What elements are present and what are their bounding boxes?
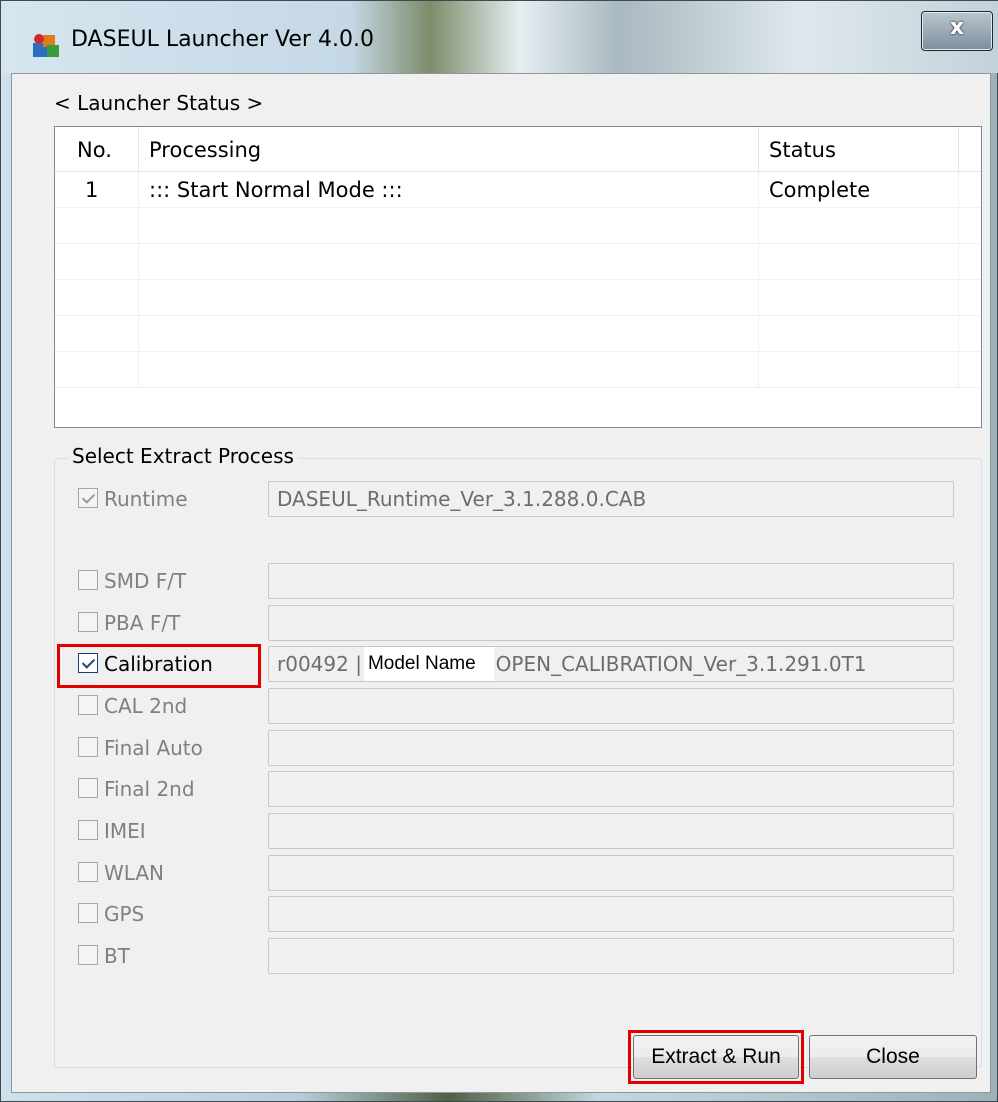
column-header-processing[interactable]: Processing xyxy=(139,127,759,171)
checkbox-box[interactable] xyxy=(78,612,98,632)
model-name-label: Model Name xyxy=(363,647,494,681)
list-header: No. Processing Status xyxy=(55,127,981,172)
calibration-path-suffix: OPEN_CALIBRATION_Ver_3.1.291.0T1 xyxy=(495,652,867,676)
column-header-status[interactable]: Status xyxy=(759,127,959,171)
cell-processing xyxy=(139,315,759,351)
path-field-calibration[interactable]: r00492 | Model Name OPEN_CALIBRATION_Ver_3… xyxy=(268,646,954,682)
checkbox-runtime[interactable]: Runtime xyxy=(78,482,258,516)
close-button[interactable]: Close xyxy=(809,1035,977,1079)
cell-status: Complete xyxy=(759,171,959,207)
checkbox-cal-2nd[interactable]: CAL 2nd xyxy=(78,689,258,723)
table-row[interactable] xyxy=(55,243,981,280)
checkbox-imei[interactable]: IMEI xyxy=(78,814,258,848)
checkbox-box[interactable] xyxy=(78,488,98,508)
cell-no xyxy=(55,207,139,243)
checkbox-final-2nd[interactable]: Final 2nd xyxy=(78,772,258,806)
path-field-imei[interactable] xyxy=(268,813,954,849)
cell-no xyxy=(55,315,139,351)
checkbox-label: Final 2nd xyxy=(104,777,195,801)
cell-no xyxy=(55,279,139,315)
checkbox-box[interactable] xyxy=(78,653,98,673)
path-field-bt[interactable] xyxy=(268,938,954,974)
checkbox-smd-f-t[interactable]: SMD F/T xyxy=(78,564,258,598)
table-row[interactable] xyxy=(55,315,981,352)
checkbox-label: Calibration xyxy=(104,652,213,676)
column-header-no[interactable]: No. xyxy=(55,127,139,171)
checkbox-box[interactable] xyxy=(78,570,98,590)
close-icon: x xyxy=(949,15,965,40)
path-field-wlan[interactable] xyxy=(268,855,954,891)
path-field-pba-f-t[interactable] xyxy=(268,605,954,641)
launcher-status-list[interactable]: No. Processing Status 1::: Start Normal … xyxy=(54,126,982,428)
path-field-gps[interactable] xyxy=(268,896,954,932)
launcher-status-label: < Launcher Status > xyxy=(54,91,264,115)
cell-status xyxy=(759,243,959,279)
cell-processing xyxy=(139,207,759,243)
checkbox-label: WLAN xyxy=(104,861,165,885)
cell-status xyxy=(759,279,959,315)
window-title: DASEUL Launcher Ver 4.0.0 xyxy=(71,27,374,52)
client-area: < Launcher Status > No. Processing Statu… xyxy=(11,73,991,1093)
checkbox-label: Final Auto xyxy=(104,736,203,760)
launcher-window: DASEUL Launcher Ver 4.0.0 x < Launcher S… xyxy=(0,0,998,1102)
path-field-final-2nd[interactable] xyxy=(268,771,954,807)
path-field-final-auto[interactable] xyxy=(268,730,954,766)
cell-processing: ::: Start Normal Mode ::: xyxy=(139,171,759,207)
cell-processing xyxy=(139,243,759,279)
daseul-app-icon xyxy=(33,34,59,57)
extract-run-button[interactable]: Extract & Run xyxy=(633,1035,799,1079)
path-field-runtime[interactable]: DASEUL_Runtime_Ver_3.1.288.0.CAB xyxy=(268,481,954,517)
checkbox-label: GPS xyxy=(104,902,145,926)
checkbox-box[interactable] xyxy=(78,820,98,840)
checkbox-label: PBA F/T xyxy=(104,611,181,635)
checkbox-bt[interactable]: BT xyxy=(78,939,258,973)
cell-status xyxy=(759,207,959,243)
checkbox-box[interactable] xyxy=(78,778,98,798)
title-bar[interactable]: DASEUL Launcher Ver 4.0.0 x xyxy=(1,1,998,73)
checkbox-box[interactable] xyxy=(78,737,98,757)
cell-no xyxy=(55,351,139,387)
checkbox-gps[interactable]: GPS xyxy=(78,897,258,931)
checkbox-pba-f-t[interactable]: PBA F/T xyxy=(78,606,258,640)
cell-status xyxy=(759,351,959,387)
checkbox-wlan[interactable]: WLAN xyxy=(78,856,258,890)
checkbox-label: SMD F/T xyxy=(104,569,187,593)
checkbox-box[interactable] xyxy=(78,945,98,965)
cell-no xyxy=(55,243,139,279)
checkbox-final-auto[interactable]: Final Auto xyxy=(78,731,258,765)
checkbox-label: BT xyxy=(104,944,130,968)
checkbox-box[interactable] xyxy=(78,862,98,882)
table-row[interactable] xyxy=(55,207,981,244)
table-row[interactable] xyxy=(55,279,981,316)
checkbox-box[interactable] xyxy=(78,903,98,923)
checkbox-label: CAL 2nd xyxy=(104,694,188,718)
extract-process-title: Select Extract Process xyxy=(68,444,298,468)
table-row[interactable] xyxy=(55,351,981,388)
checkbox-box[interactable] xyxy=(78,695,98,715)
cell-status xyxy=(759,315,959,351)
checkbox-calibration[interactable]: Calibration xyxy=(78,647,258,681)
cell-processing xyxy=(139,351,759,387)
checkbox-label: Runtime xyxy=(104,487,188,511)
window-close-button[interactable]: x xyxy=(921,11,993,51)
table-row[interactable]: 1::: Start Normal Mode ::: Complete xyxy=(55,171,981,208)
path-field-cal-2nd[interactable] xyxy=(268,688,954,724)
calibration-path-prefix: r00492 | xyxy=(277,652,362,676)
checkbox-label: IMEI xyxy=(104,819,146,843)
cell-processing xyxy=(139,279,759,315)
cell-no: 1 xyxy=(55,171,139,207)
path-field-smd-f-t[interactable] xyxy=(268,563,954,599)
